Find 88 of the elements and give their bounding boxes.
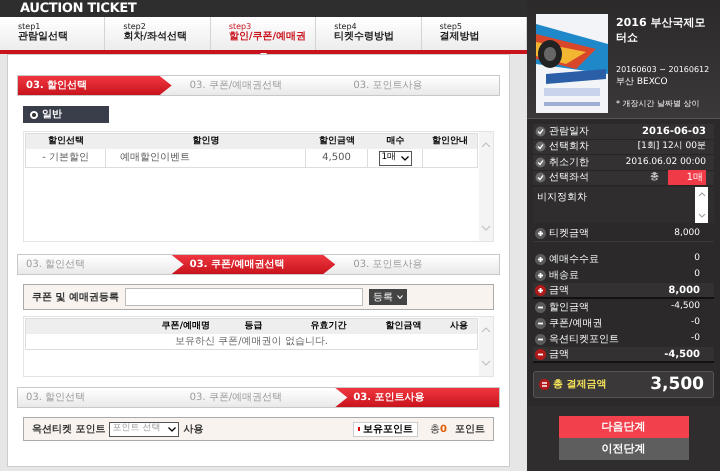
step-tab[interactable]: 03. 할인선택 <box>18 388 172 407</box>
check-icon <box>535 126 546 137</box>
amount-label: 배송료 <box>549 268 579 282</box>
amount-value: 8,000 <box>674 226 701 240</box>
scrollbar[interactable] <box>479 132 493 241</box>
chevron-up-icon[interactable] <box>698 192 706 197</box>
info-value: [1회] 12시 00분 <box>638 140 707 153</box>
amount-value: -0 <box>691 316 701 330</box>
coupon-input[interactable] <box>124 288 363 306</box>
next-step-button[interactable]: 다음단계 <box>558 416 688 438</box>
amount-value: -4,500 <box>670 300 701 314</box>
step-tab[interactable]: 03. 쿠폰/예매권선택 <box>172 255 336 274</box>
points-button[interactable]: 보유포인트 <box>353 422 418 436</box>
step-tab[interactable]: 03. 포인트사용 <box>335 388 500 407</box>
amount-label: 금액 <box>549 284 569 298</box>
info-value: 총 <box>650 171 660 184</box>
amount-value: 0 <box>694 252 701 266</box>
suffix-label: 사용 <box>183 422 204 436</box>
step-tab[interactable]: 03. 할인선택 <box>18 76 172 95</box>
info-label: 선택회차 <box>549 140 589 154</box>
info-label: 관람일자 <box>549 124 589 139</box>
amount-label: 할인금액 <box>549 300 589 314</box>
column-header: 등급 <box>244 320 264 333</box>
total-value: 3,500 <box>650 372 705 396</box>
amount-label: 쿠폰/예매권 <box>549 316 602 330</box>
field-label: 쿠폰 및 예매권등록 <box>32 290 119 304</box>
column-header: 할인안내 <box>423 134 477 149</box>
check-icon <box>535 156 546 168</box>
table-cell: 4,500 <box>306 149 368 167</box>
empty-message: 보유하신 쿠폰/예매권이 없습니다. <box>175 335 328 349</box>
point-select[interactable]: 포인트 선택 <box>109 422 180 436</box>
previous-step-button[interactable]: 이전단계 <box>558 438 688 460</box>
column-header: 쿠폰/예매명 <box>160 320 211 333</box>
radio-option[interactable]: 일반 <box>23 106 109 123</box>
scrollbar[interactable] <box>479 317 493 376</box>
column-header: 할인선택 <box>26 134 106 149</box>
seat-note: 비지정회차 <box>536 191 587 205</box>
step-tab[interactable]: 03. 할인선택 <box>18 255 172 274</box>
table-cell: - 기본할인 <box>26 149 106 167</box>
step-tab[interactable]: 03. 쿠폰/예매권선택 <box>172 76 336 95</box>
step-tab[interactable]: 03. 포인트사용 <box>335 76 500 95</box>
check-icon <box>535 172 546 184</box>
field-label: 옥션티켓 포인트 <box>32 422 106 436</box>
info-value: 2016-06-03 <box>642 124 707 139</box>
step-tab[interactable]: 03. 쿠폰/예매권선택 <box>172 388 336 407</box>
column-header: 매수 <box>368 134 423 149</box>
radio-icon <box>30 110 38 118</box>
amount-label: 옥션티켓포인트 <box>549 332 619 346</box>
chevron-down-icon[interactable] <box>698 213 706 218</box>
column-header: 할인금액 <box>306 134 368 149</box>
quantity-select[interactable]: 1매 <box>378 150 412 166</box>
amount-value: 0 <box>694 268 701 282</box>
chevron-down-icon[interactable] <box>481 225 491 231</box>
table-cell: 예매할인이벤트 <box>106 149 306 167</box>
info-label: 취소기한 <box>549 156 589 170</box>
points-total: 총0 <box>430 422 447 436</box>
register-button[interactable]: 등록 <box>368 289 407 305</box>
column-header: 유효기간 <box>310 320 348 333</box>
column-header: 할인명 <box>106 134 306 149</box>
equals-icon <box>539 379 550 390</box>
column-header: 사용 <box>449 320 469 333</box>
amount-value: -0 <box>691 332 701 346</box>
caret-down-icon <box>400 156 408 160</box>
info-label: 선택좌석 <box>549 171 589 186</box>
amount-value: 8,000 <box>668 284 701 298</box>
step-tab[interactable]: 03. 포인트사용 <box>335 255 500 274</box>
caret-down-icon <box>396 295 403 299</box>
chevron-up-icon[interactable] <box>481 327 491 333</box>
check-icon <box>535 141 546 152</box>
chevron-up-icon[interactable] <box>481 142 491 148</box>
amount-label: 금액 <box>549 348 569 362</box>
total-label: 총 결제금액 <box>553 378 606 392</box>
event-title: 2016 부산국제모터쇼 <box>616 15 706 45</box>
amount-label: 티켓금액 <box>549 227 589 241</box>
info-value: 2016.06.02 00:00 <box>626 156 707 168</box>
amount-label: 예매수수료 <box>549 252 599 266</box>
event-venue: 부산 BEXCO <box>616 76 669 88</box>
scrollbar[interactable] <box>695 187 708 223</box>
chevron-down-icon[interactable] <box>481 360 491 366</box>
amount-value: -4,500 <box>664 348 701 362</box>
app-title: AUCTION TICKET <box>20 2 136 15</box>
event-note: * 개장시간 날짜별 상이 <box>616 98 701 110</box>
column-header: 할인금액 <box>384 320 422 333</box>
points-unit: 포인트 <box>455 422 485 436</box>
caret-down-icon <box>168 426 176 432</box>
event-dates: 20160603 ~ 20160612 <box>616 64 710 76</box>
bullet-icon <box>358 427 360 431</box>
seat-count-badge: 1매 <box>668 170 706 186</box>
